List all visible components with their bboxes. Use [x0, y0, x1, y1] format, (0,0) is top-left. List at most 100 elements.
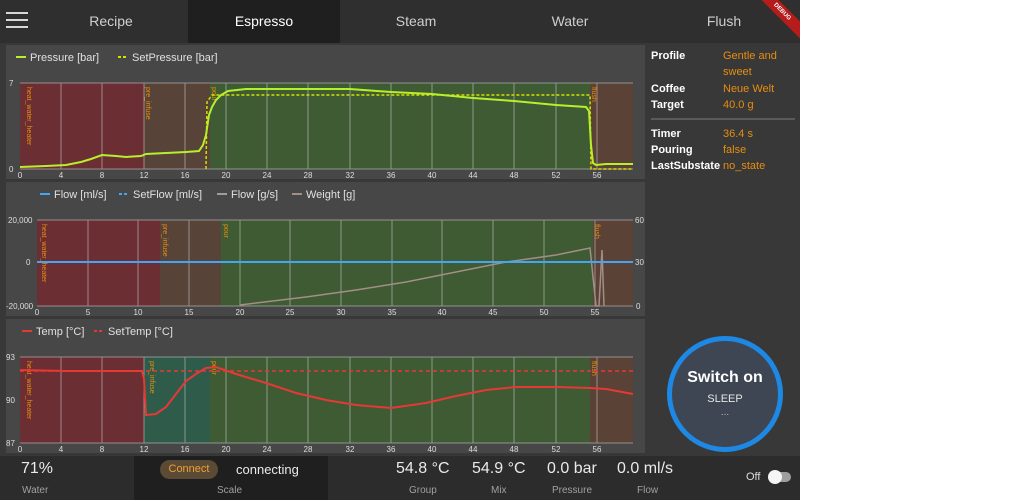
pressure-legend: Pressure [bar] SetPressure [bar]	[16, 52, 218, 64]
flow-y-right-tick: 0	[636, 302, 641, 311]
legend-flow-mls: Flow [ml/s]	[54, 189, 107, 201]
flow-x-tick: 0	[35, 308, 40, 316]
pressure-x-tick: 32	[346, 171, 355, 179]
temp-x-tick: 0	[18, 445, 23, 453]
pressure-x-tick: 4	[59, 171, 64, 179]
flow-y-right-tick: 30	[635, 258, 644, 267]
substate-value: no_state	[723, 160, 766, 172]
tab-water[interactable]: Water	[492, 0, 648, 43]
timer-value: 36.4 s	[723, 128, 753, 140]
legend-settemp: SetTemp [°C]	[108, 326, 173, 338]
state-dots: ...	[720, 407, 730, 418]
switch-on-button[interactable]: Switch on SLEEP ...	[667, 336, 783, 452]
switch-on-title: Switch on	[687, 369, 763, 386]
substate-label: LastSubstate	[651, 160, 721, 172]
tab-espresso[interactable]: Espresso	[188, 0, 340, 43]
temp-x-tick: 20	[222, 445, 231, 453]
group-label: Group	[409, 485, 437, 496]
flow-x-ticks: 0 5 10 15 20 25 30 35 40 45 50 55	[35, 308, 600, 317]
pouring-value: false	[723, 144, 747, 156]
flow-y-tick: 20,000	[8, 216, 33, 225]
temp-y-tick: 93	[6, 353, 15, 362]
pressure-x-tick: 16	[181, 171, 190, 179]
connect-scale-button[interactable]: Connect	[160, 460, 218, 479]
temp-x-tick: 8	[100, 445, 105, 453]
flow-y-tick: -20,000	[6, 302, 34, 311]
temp-x-tick: 44	[469, 445, 478, 453]
pressure-x-tick: 28	[304, 171, 313, 179]
pressure-chart: Pressure [bar] SetPressure [bar] heat_wa…	[9, 52, 633, 180]
scale-status: connecting	[236, 462, 299, 477]
pressure-x-tick: 36	[387, 171, 396, 179]
legend-setflow: SetFlow [ml/s]	[133, 189, 202, 201]
temp-x-tick: 32	[346, 445, 355, 453]
info-divider	[651, 118, 795, 120]
flow-y-right-tick: 60	[635, 216, 644, 225]
pressure-x-tick: 12	[140, 171, 149, 179]
flow-x-tick: 25	[286, 308, 295, 316]
tab-recipe[interactable]: Recipe	[40, 0, 182, 43]
temp-x-tick: 52	[552, 445, 561, 453]
temp-x-tick: 48	[510, 445, 519, 453]
phase-label-flush: flush	[590, 87, 597, 102]
phase-label-preinfuse: pre_infuse	[144, 87, 151, 120]
flow-x-tick: 45	[489, 308, 498, 316]
hamburger-menu-icon[interactable]	[6, 12, 28, 30]
flow-x-tick: 55	[591, 308, 600, 316]
coffee-value: Neue Welt	[723, 83, 775, 95]
bottom-status-bar: 71% Water Connect connecting Scale 54.8 …	[0, 456, 800, 500]
pressure-x-tick: 0	[18, 171, 23, 179]
flow-chart-panel: Flow [ml/s] SetFlow [ml/s] Flow [g/s] We…	[6, 182, 645, 317]
pressure-y-tick: 7	[9, 79, 14, 88]
pressure-x-ticks: 0 4 8 12 16 20 24 28 32 36 40 44 48 52 5…	[18, 171, 602, 180]
pressure-x-tick: 24	[263, 171, 272, 179]
phase-label-flush: flush	[590, 361, 597, 376]
phase-label-preinfuse: pre_infuse	[161, 224, 168, 257]
flow-value: 0.0 ml/s	[617, 460, 674, 477]
temp-x-tick: 16	[181, 445, 190, 453]
target-value: 40.0 g	[723, 99, 754, 111]
temp-y-ticks: 93 90 87	[6, 353, 15, 448]
machine-state: SLEEP	[707, 393, 743, 405]
pressure-x-tick: 56	[593, 171, 602, 179]
pressure-y-tick: 0	[9, 165, 14, 174]
pressure-x-tick: 44	[469, 171, 478, 179]
phase-preinfuse-region	[144, 83, 210, 169]
power-toggle[interactable]	[768, 470, 791, 484]
phase-label-heat: heat_water_heater	[25, 87, 32, 146]
profile-label: Profile	[651, 50, 686, 62]
phase-label-flush: flush	[593, 224, 600, 239]
temp-x-tick: 12	[140, 445, 149, 453]
temp-x-tick: 36	[387, 445, 396, 453]
toggle-knob	[768, 470, 782, 484]
pressure-value: 0.0 bar	[547, 460, 597, 477]
flow-x-tick: 20	[236, 308, 245, 316]
flow-legend: Flow [ml/s] SetFlow [ml/s] Flow [g/s] We…	[40, 189, 355, 201]
pressure-label: Pressure	[552, 485, 593, 496]
pressure-x-tick: 52	[552, 171, 561, 179]
legend-pressure: Pressure [bar]	[30, 52, 99, 64]
temp-x-tick: 24	[263, 445, 272, 453]
flow-x-tick: 40	[438, 308, 447, 316]
top-tab-bar: Recipe Espresso Steam Water Flush DEBUG	[0, 0, 800, 45]
tab-steam[interactable]: Steam	[340, 0, 492, 43]
temp-y-tick: 87	[6, 439, 15, 448]
water-label: Water	[22, 485, 49, 496]
flow-x-tick: 10	[134, 308, 143, 316]
mix-temp-value: 54.9 °C	[472, 460, 526, 477]
coffee-label: Coffee	[651, 83, 686, 95]
off-label: Off	[746, 471, 761, 483]
legend-weight: Weight [g]	[306, 189, 355, 201]
scale-label: Scale	[217, 485, 243, 496]
temp-x-tick: 4	[59, 445, 64, 453]
pressure-y-ticks: 7 0	[9, 79, 14, 174]
timer-label: Timer	[651, 128, 681, 140]
target-label: Target	[651, 99, 684, 111]
pressure-chart-panel: Pressure [bar] SetPressure [bar] heat_wa…	[6, 45, 645, 180]
flow-x-tick: 50	[540, 308, 549, 316]
flow-label: Flow	[637, 485, 659, 496]
temp-x-tick: 40	[428, 445, 437, 453]
scale-section: Connect connecting Scale	[134, 456, 328, 500]
flow-y-tick: 0	[26, 258, 31, 267]
legend-flow-gs: Flow [g/s]	[231, 189, 278, 201]
